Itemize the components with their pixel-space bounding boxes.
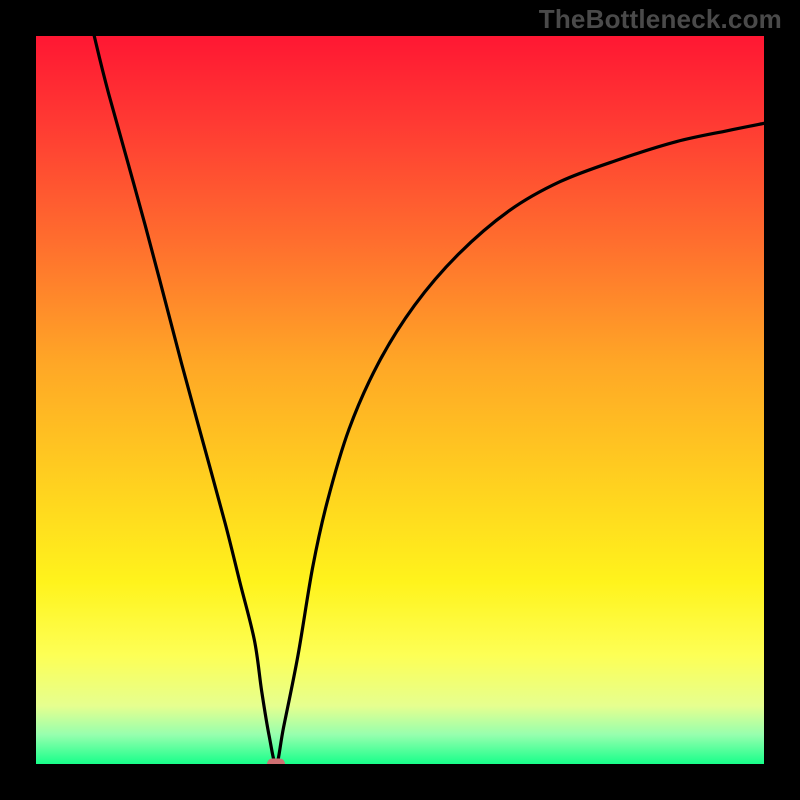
chart-frame: TheBottleneck.com — [0, 0, 800, 800]
watermark-text: TheBottleneck.com — [539, 4, 782, 35]
bottleneck-curve — [36, 36, 764, 764]
plot-area — [36, 36, 764, 764]
minimum-marker — [267, 759, 285, 765]
